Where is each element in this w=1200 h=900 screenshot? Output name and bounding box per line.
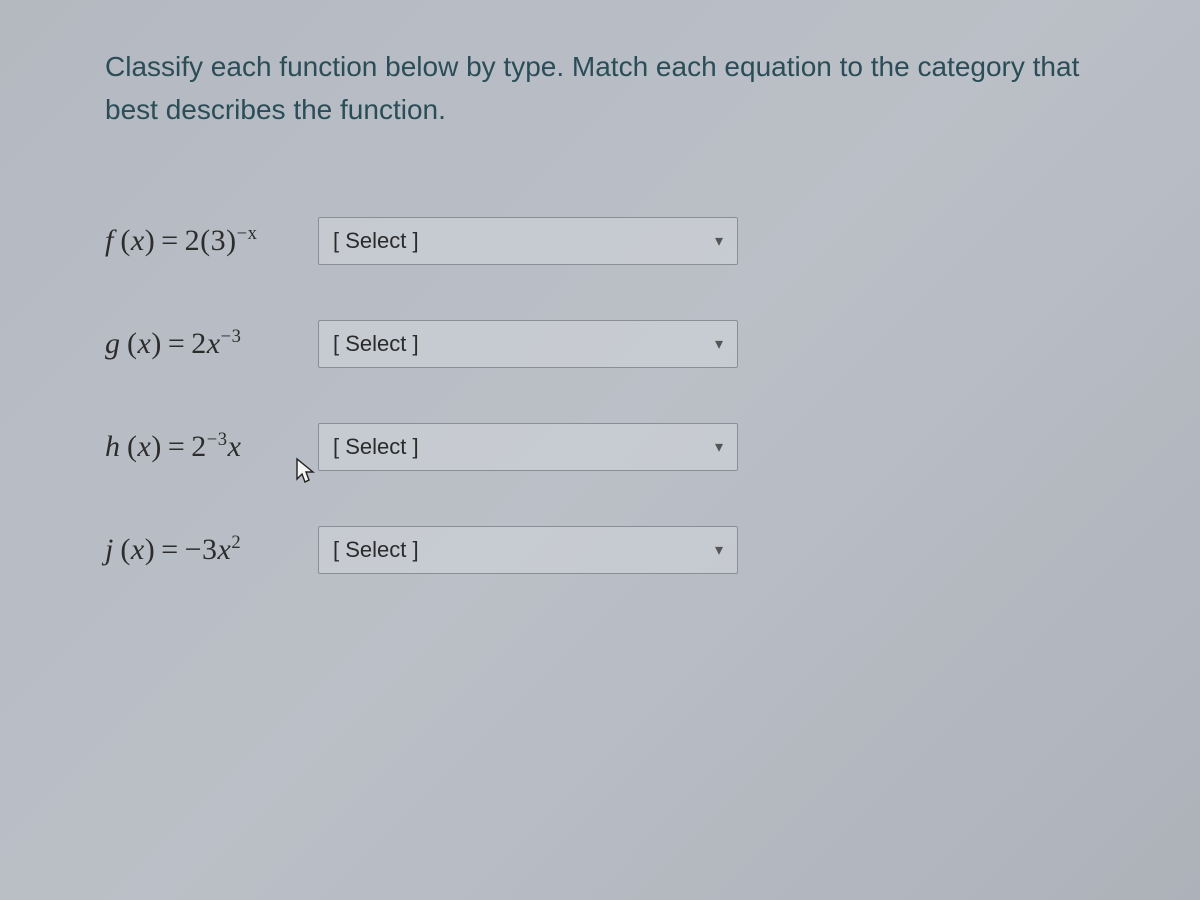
select-f[interactable]: [ Select ] ▾ [318, 217, 738, 265]
select-f-label: [ Select ] [333, 228, 419, 254]
instructions-text: Classify each function below by type. Ma… [105, 45, 1095, 132]
chevron-down-icon: ▾ [715, 437, 723, 457]
function-row-g: g (x)=2x−3 [ Select ] ▾ [105, 320, 1095, 368]
function-row-f: f (x)=2(3)−x [ Select ] ▾ [105, 217, 1095, 265]
equation-g: g (x)=2x−3 [105, 326, 310, 361]
select-g-label: [ Select ] [333, 331, 419, 357]
select-j-label: [ Select ] [333, 537, 419, 563]
chevron-down-icon: ▾ [715, 231, 723, 251]
select-h-label: [ Select ] [333, 434, 419, 460]
function-row-j: j (x)=−3x2 [ Select ] ▾ [105, 526, 1095, 574]
equation-h: h (x)=2−3x [105, 429, 310, 464]
select-j[interactable]: [ Select ] ▾ [318, 526, 738, 574]
equation-j: j (x)=−3x2 [105, 532, 310, 567]
function-row-h: h (x)=2−3x [ Select ] ▾ [105, 423, 1095, 471]
chevron-down-icon: ▾ [715, 334, 723, 354]
select-h[interactable]: [ Select ] ▾ [318, 423, 738, 471]
select-g[interactable]: [ Select ] ▾ [318, 320, 738, 368]
chevron-down-icon: ▾ [715, 540, 723, 560]
equation-f: f (x)=2(3)−x [105, 223, 310, 258]
